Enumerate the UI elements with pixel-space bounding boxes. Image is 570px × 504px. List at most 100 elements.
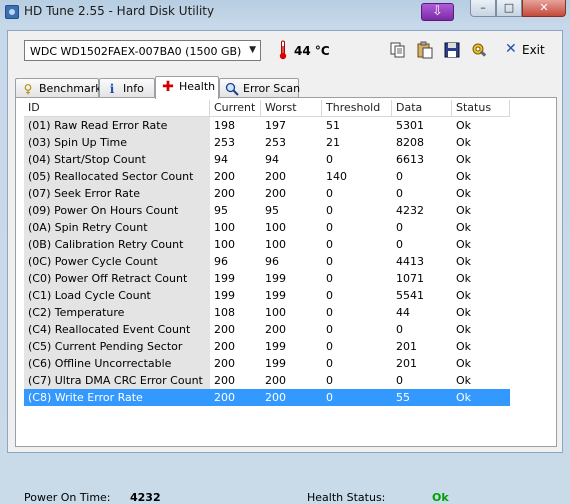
table-row[interactable]: (0B) Calibration Retry Count 100 100 0 0 Ok [24, 236, 510, 253]
worst-cell: 199 [265, 357, 286, 370]
title-bar[interactable]: HD Tune 2.55 - Hard Disk Utility ⇩ – □ ✕ [0, 0, 570, 24]
worst-cell: 200 [265, 170, 286, 183]
table-row[interactable]: (C1) Load Cycle Count 199 199 0 5541 Ok [24, 287, 510, 304]
worst-cell: 197 [265, 119, 286, 132]
id-cell: (0C) Power Cycle Count [24, 253, 210, 270]
worst-cell: 95 [265, 204, 279, 217]
current-cell: 200 [214, 340, 235, 353]
paste-icon[interactable] [416, 41, 434, 59]
current-cell: 108 [214, 306, 235, 319]
current-cell: 100 [214, 221, 235, 234]
column-header-worst[interactable]: Worst [261, 100, 322, 117]
current-cell: 200 [214, 323, 235, 336]
threshold-cell: 21 [326, 136, 340, 149]
close-button[interactable]: ✕ [522, 0, 566, 17]
temperature-value: 44 °C [294, 44, 330, 58]
id-cell: (0A) Spin Retry Count [24, 219, 210, 236]
exit-label: Exit [522, 43, 545, 57]
app-icon [5, 5, 19, 19]
worst-cell: 199 [265, 340, 286, 353]
current-cell: 198 [214, 119, 235, 132]
threshold-cell: 0 [326, 238, 333, 251]
tab-label: Info [123, 82, 144, 95]
magnifier-icon [225, 82, 239, 96]
worst-cell: 96 [265, 255, 279, 268]
id-cell: (C4) Reallocated Event Count [24, 321, 210, 338]
status-cell: Ok [456, 323, 472, 336]
threshold-cell: 0 [326, 272, 333, 285]
table-row[interactable]: (03) Spin Up Time 253 253 21 8208 Ok [24, 134, 510, 151]
table-row[interactable]: (07) Seek Error Rate 200 200 0 0 Ok [24, 185, 510, 202]
current-cell: 100 [214, 238, 235, 251]
drive-select[interactable]: WDC WD1502FAEX-007BA0 (1500 GB) ▼ [24, 40, 261, 61]
window-title: HD Tune 2.55 - Hard Disk Utility [24, 4, 215, 18]
table-row[interactable]: (C8) Write Error Rate 200 200 0 55 Ok [24, 389, 510, 406]
id-cell: (C0) Power Off Retract Count [24, 270, 210, 287]
table-row[interactable]: (C0) Power Off Retract Count 199 199 0 1071 O… [24, 270, 510, 287]
table-row[interactable]: (0A) Spin Retry Count 100 100 0 0 Ok [24, 219, 510, 236]
main-panel: WDC WD1502FAEX-007BA0 (1500 GB) ▼ 44 °C … [7, 30, 563, 504]
worst-cell: 100 [265, 238, 286, 251]
status-cell: Ok [456, 187, 472, 200]
data-cell: 44 [396, 306, 410, 319]
tab-benchmark[interactable]: ♀ Benchmark [15, 78, 102, 98]
tab-info[interactable]: i Info [99, 78, 155, 98]
worst-cell: 200 [261, 389, 322, 406]
data-cell: 201 [396, 340, 417, 353]
column-header-id[interactable]: ID [24, 100, 210, 117]
current-cell: 95 [214, 204, 228, 217]
column-header-current[interactable]: Current [210, 100, 261, 117]
table-row[interactable]: (04) Start/Stop Count 94 94 0 6613 Ok [24, 151, 510, 168]
status-cell: Ok [456, 306, 472, 319]
threshold-cell: 0 [326, 374, 333, 387]
current-cell: 200 [210, 389, 261, 406]
worst-cell: 199 [265, 272, 286, 285]
column-header-threshold[interactable]: Threshold [322, 100, 392, 117]
column-header-data[interactable]: Data [392, 100, 452, 117]
status-cell: Ok [452, 389, 510, 406]
data-cell: 0 [396, 170, 403, 183]
data-cell: 4232 [396, 204, 424, 217]
health-panel: ID Current Worst Threshold Data Status (… [15, 97, 557, 504]
table-row[interactable]: (C2) Temperature 108 100 0 44 Ok [24, 304, 510, 321]
worst-cell: 100 [265, 306, 286, 319]
minimize-button[interactable]: – [470, 0, 496, 17]
thermometer-icon [279, 40, 287, 60]
current-cell: 200 [214, 374, 235, 387]
download-button[interactable]: ⇩ [421, 3, 454, 21]
data-cell: 0 [396, 323, 403, 336]
options-icon[interactable] [470, 41, 488, 59]
table-row[interactable]: (C4) Reallocated Event Count 200 200 0 0 Ok [24, 321, 510, 338]
table-row[interactable]: (09) Power On Hours Count 95 95 0 4232 Ok [24, 202, 510, 219]
save-icon[interactable] [443, 41, 461, 59]
current-cell: 200 [214, 187, 235, 200]
table-row[interactable]: (C7) Ultra DMA CRC Error Count 200 200 0 0 Ok [24, 372, 510, 389]
id-cell: (07) Seek Error Rate [24, 185, 210, 202]
table-row[interactable]: (01) Raw Read Error Rate 198 197 51 5301 Ok [24, 117, 510, 134]
id-cell: (01) Raw Read Error Rate [24, 117, 210, 134]
data-cell: 55 [392, 389, 452, 406]
data-cell: 201 [396, 357, 417, 370]
smart-table[interactable]: ID Current Worst Threshold Data Status (… [24, 100, 510, 415]
column-header-status[interactable]: Status [452, 100, 510, 117]
threshold-cell: 140 [326, 170, 347, 183]
data-cell: 0 [396, 238, 403, 251]
threshold-cell: 0 [326, 323, 333, 336]
table-row[interactable]: (05) Reallocated Sector Count 200 200 140 0 O… [24, 168, 510, 185]
table-row[interactable]: (C5) Current Pending Sector 200 199 0 201 Ok [24, 338, 510, 355]
threshold-cell: 0 [326, 204, 333, 217]
table-row[interactable]: (C6) Offline Uncorrectable 200 199 0 201 Ok [24, 355, 510, 372]
status-cell: Ok [456, 374, 472, 387]
copy-icon[interactable] [389, 41, 407, 59]
maximize-button[interactable]: □ [496, 0, 522, 17]
threshold-cell: 0 [326, 187, 333, 200]
status-cell: Ok [456, 136, 472, 149]
id-cell: (03) Spin Up Time [24, 134, 210, 151]
tab-health[interactable]: ✚ Health [155, 76, 219, 99]
worst-cell: 200 [265, 187, 286, 200]
tab-error-scan[interactable]: Error Scan [219, 78, 300, 98]
current-cell: 200 [214, 357, 235, 370]
id-cell: (C6) Offline Uncorrectable [24, 355, 210, 372]
id-cell: (09) Power On Hours Count [24, 202, 210, 219]
table-row[interactable]: (0C) Power Cycle Count 96 96 0 4413 Ok [24, 253, 510, 270]
